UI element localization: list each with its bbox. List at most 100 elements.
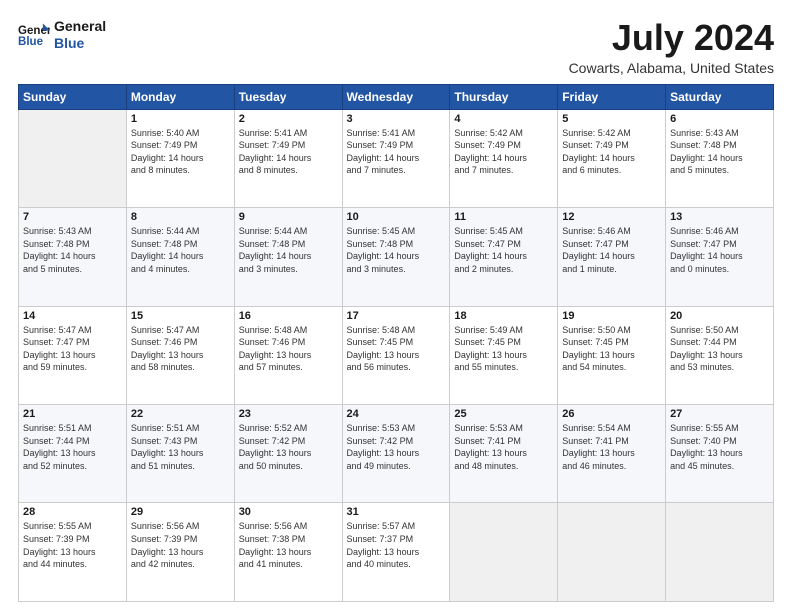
- day-number: 15: [131, 310, 230, 322]
- day-number: 29: [131, 506, 230, 518]
- day-number: 30: [239, 506, 338, 518]
- day-number: 26: [562, 408, 661, 420]
- day-number: 9: [239, 211, 338, 223]
- calendar-day-header: Thursday: [450, 84, 558, 109]
- day-info: Sunrise: 5:49 AM Sunset: 7:45 PM Dayligh…: [454, 324, 553, 374]
- logo-icon: General Blue: [18, 21, 50, 49]
- page: General Blue General Blue July 2024 Cowa…: [0, 0, 792, 612]
- title-block: July 2024 Cowarts, Alabama, United State…: [569, 18, 774, 76]
- calendar-cell: [450, 503, 558, 602]
- day-info: Sunrise: 5:47 AM Sunset: 7:46 PM Dayligh…: [131, 324, 230, 374]
- calendar-cell: [666, 503, 774, 602]
- calendar-day-header: Tuesday: [234, 84, 342, 109]
- day-number: 16: [239, 310, 338, 322]
- day-number: 7: [23, 211, 122, 223]
- calendar-cell: 31 Sunrise: 5:57 AM Sunset: 7:37 PM Dayli…: [342, 503, 450, 602]
- calendar-header-row: SundayMondayTuesdayWednesdayThursdayFrid…: [19, 84, 774, 109]
- day-info: Sunrise: 5:46 AM Sunset: 7:47 PM Dayligh…: [670, 225, 769, 275]
- day-info: Sunrise: 5:53 AM Sunset: 7:42 PM Dayligh…: [347, 422, 446, 472]
- subtitle: Cowarts, Alabama, United States: [569, 60, 774, 76]
- day-info: Sunrise: 5:42 AM Sunset: 7:49 PM Dayligh…: [562, 127, 661, 177]
- week-row: 1Sunrise: 5:40 AM Sunset: 7:49 PM Daylig…: [19, 109, 774, 207]
- day-number: 11: [454, 211, 553, 223]
- day-info: Sunrise: 5:41 AM Sunset: 7:49 PM Dayligh…: [239, 127, 338, 177]
- day-number: 18: [454, 310, 553, 322]
- calendar-cell: [558, 503, 666, 602]
- svg-text:Blue: Blue: [18, 36, 44, 48]
- logo-text: General: [54, 18, 106, 35]
- day-info: Sunrise: 5:44 AM Sunset: 7:48 PM Dayligh…: [131, 225, 230, 275]
- calendar-day-header: Saturday: [666, 84, 774, 109]
- day-number: 10: [347, 211, 446, 223]
- day-info: Sunrise: 5:41 AM Sunset: 7:49 PM Dayligh…: [347, 127, 446, 177]
- calendar-cell: 27Sunrise: 5:55 AM Sunset: 7:40 PM Dayli…: [666, 405, 774, 503]
- calendar-cell: 20 Sunrise: 5:50 AM Sunset: 7:44 PM Dayli…: [666, 306, 774, 404]
- day-info: Sunrise: 5:50 AM Sunset: 7:44 PM Dayligh…: [670, 324, 769, 374]
- calendar-cell: 16 Sunrise: 5:48 AM Sunset: 7:46 PM Dayli…: [234, 306, 342, 404]
- day-info: Sunrise: 5:55 AM Sunset: 7:39 PM Dayligh…: [23, 520, 122, 570]
- day-number: 5: [562, 113, 661, 125]
- day-info: Sunrise: 5:43 AM Sunset: 7:48 PM Dayligh…: [23, 225, 122, 275]
- calendar-cell: 13 Sunrise: 5:46 AM Sunset: 7:47 PM Dayli…: [666, 208, 774, 306]
- day-number: 25: [454, 408, 553, 420]
- logo: General Blue General Blue: [18, 18, 106, 52]
- day-number: 6: [670, 113, 769, 125]
- calendar-cell: 8 Sunrise: 5:44 AM Sunset: 7:48 PM Daylig…: [126, 208, 234, 306]
- day-info: Sunrise: 5:57 AM Sunset: 7:37 PM Dayligh…: [347, 520, 446, 570]
- calendar-cell: 6 Sunrise: 5:43 AM Sunset: 7:48 PM Daylig…: [666, 109, 774, 207]
- day-info: Sunrise: 5:53 AM Sunset: 7:41 PM Dayligh…: [454, 422, 553, 472]
- day-info: Sunrise: 5:48 AM Sunset: 7:46 PM Dayligh…: [239, 324, 338, 374]
- calendar-cell: 15 Sunrise: 5:47 AM Sunset: 7:46 PM Dayli…: [126, 306, 234, 404]
- calendar-cell: 12 Sunrise: 5:46 AM Sunset: 7:47 PM Dayli…: [558, 208, 666, 306]
- day-number: 20: [670, 310, 769, 322]
- calendar-cell: 17 Sunrise: 5:48 AM Sunset: 7:45 PM Dayli…: [342, 306, 450, 404]
- calendar-cell: 7 Sunrise: 5:43 AM Sunset: 7:48 PM Daylig…: [19, 208, 127, 306]
- day-info: Sunrise: 5:45 AM Sunset: 7:48 PM Dayligh…: [347, 225, 446, 275]
- day-info: Sunrise: 5:48 AM Sunset: 7:45 PM Dayligh…: [347, 324, 446, 374]
- calendar-day-header: Friday: [558, 84, 666, 109]
- day-number: 31: [347, 506, 446, 518]
- header: General Blue General Blue July 2024 Cowa…: [18, 18, 774, 76]
- day-info: Sunrise: 5:40 AM Sunset: 7:49 PM Dayligh…: [131, 127, 230, 177]
- day-number: 8: [131, 211, 230, 223]
- day-info: Sunrise: 5:42 AM Sunset: 7:49 PM Dayligh…: [454, 127, 553, 177]
- day-info: Sunrise: 5:44 AM Sunset: 7:48 PM Dayligh…: [239, 225, 338, 275]
- day-info: Sunrise: 5:47 AM Sunset: 7:47 PM Dayligh…: [23, 324, 122, 374]
- day-number: 13: [670, 211, 769, 223]
- day-number: 12: [562, 211, 661, 223]
- calendar-cell: 23Sunrise: 5:52 AM Sunset: 7:42 PM Dayli…: [234, 405, 342, 503]
- calendar-cell: 22Sunrise: 5:51 AM Sunset: 7:43 PM Dayli…: [126, 405, 234, 503]
- day-info: Sunrise: 5:50 AM Sunset: 7:45 PM Dayligh…: [562, 324, 661, 374]
- logo-text-blue: Blue: [54, 35, 106, 52]
- calendar-day-header: Monday: [126, 84, 234, 109]
- calendar-cell: 14Sunrise: 5:47 AM Sunset: 7:47 PM Dayli…: [19, 306, 127, 404]
- calendar-cell: 2Sunrise: 5:41 AM Sunset: 7:49 PM Daylig…: [234, 109, 342, 207]
- day-number: 28: [23, 506, 122, 518]
- day-number: 21: [23, 408, 122, 420]
- week-row: 7 Sunrise: 5:43 AM Sunset: 7:48 PM Daylig…: [19, 208, 774, 306]
- calendar-day-header: Wednesday: [342, 84, 450, 109]
- calendar-cell: 9 Sunrise: 5:44 AM Sunset: 7:48 PM Daylig…: [234, 208, 342, 306]
- day-info: Sunrise: 5:43 AM Sunset: 7:48 PM Dayligh…: [670, 127, 769, 177]
- day-number: 23: [239, 408, 338, 420]
- day-info: Sunrise: 5:54 AM Sunset: 7:41 PM Dayligh…: [562, 422, 661, 472]
- calendar-cell: 30Sunrise: 5:56 AM Sunset: 7:38 PM Dayli…: [234, 503, 342, 602]
- calendar-cell: 19 Sunrise: 5:50 AM Sunset: 7:45 PM Dayli…: [558, 306, 666, 404]
- calendar-cell: 26 Sunrise: 5:54 AM Sunset: 7:41 PM Dayli…: [558, 405, 666, 503]
- calendar-day-header: Sunday: [19, 84, 127, 109]
- week-row: 14Sunrise: 5:47 AM Sunset: 7:47 PM Dayli…: [19, 306, 774, 404]
- calendar-cell: 21Sunrise: 5:51 AM Sunset: 7:44 PM Dayli…: [19, 405, 127, 503]
- day-number: 4: [454, 113, 553, 125]
- day-number: 19: [562, 310, 661, 322]
- day-info: Sunrise: 5:55 AM Sunset: 7:40 PM Dayligh…: [670, 422, 769, 472]
- calendar-cell: 28 Sunrise: 5:55 AM Sunset: 7:39 PM Dayli…: [19, 503, 127, 602]
- calendar-cell: 25 Sunrise: 5:53 AM Sunset: 7:41 PM Dayli…: [450, 405, 558, 503]
- day-number: 17: [347, 310, 446, 322]
- calendar-cell: 29Sunrise: 5:56 AM Sunset: 7:39 PM Dayli…: [126, 503, 234, 602]
- day-number: 24: [347, 408, 446, 420]
- day-number: 3: [347, 113, 446, 125]
- calendar-cell: 4 Sunrise: 5:42 AM Sunset: 7:49 PM Daylig…: [450, 109, 558, 207]
- week-row: 28 Sunrise: 5:55 AM Sunset: 7:39 PM Dayli…: [19, 503, 774, 602]
- day-info: Sunrise: 5:46 AM Sunset: 7:47 PM Dayligh…: [562, 225, 661, 275]
- calendar-cell: 10 Sunrise: 5:45 AM Sunset: 7:48 PM Dayli…: [342, 208, 450, 306]
